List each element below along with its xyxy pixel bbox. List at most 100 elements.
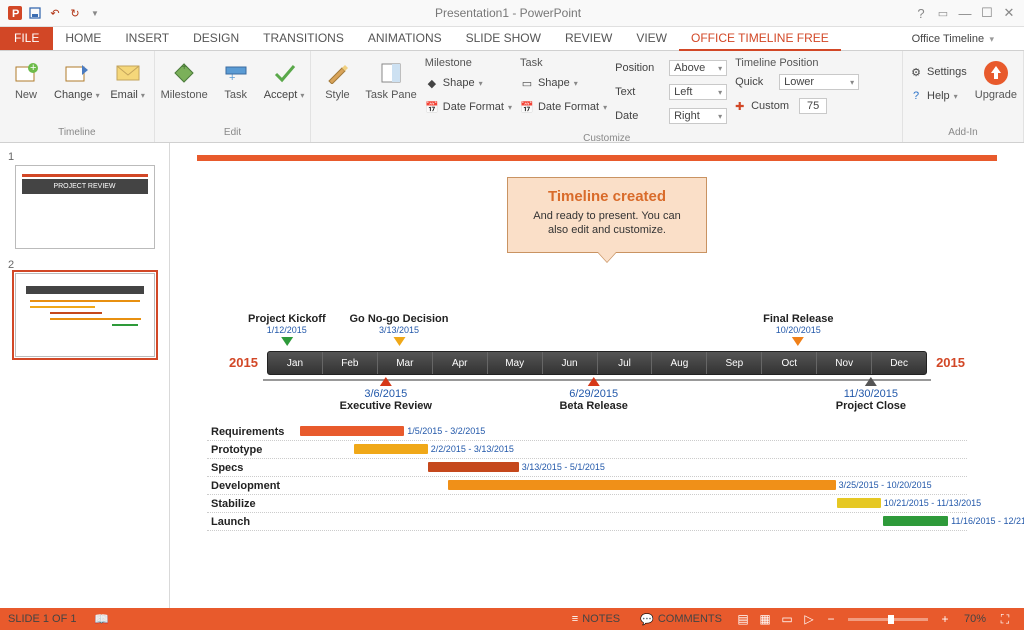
change-button[interactable]: Change ▾ — [54, 55, 100, 101]
ribbon-group-customize: Style Task Pane Milestone ◆Shape ▾ 📅Date… — [311, 51, 903, 142]
month-nov: Nov — [817, 352, 872, 374]
milestone-executive-review: 3/6/2015Executive Review — [340, 377, 432, 412]
text-dropdown[interactable]: Left▾ — [669, 84, 727, 100]
slide-counter: SLIDE 1 OF 1 — [8, 613, 76, 625]
tab-insert[interactable]: INSERT — [113, 27, 181, 50]
help-icon[interactable]: ? — [912, 4, 930, 22]
task-shape-dropdown[interactable]: ▭Shape ▾ — [520, 72, 607, 94]
reading-view-icon[interactable]: ▭ — [776, 612, 798, 626]
slideshow-view-icon[interactable]: ▷ — [798, 612, 820, 626]
new-button[interactable]: +New — [6, 55, 46, 101]
qat-dropdown-icon[interactable]: ▼ — [86, 4, 104, 22]
upgrade-button[interactable]: Upgrade — [975, 55, 1017, 101]
month-may: May — [488, 352, 543, 374]
task-button[interactable]: +Task — [216, 55, 256, 101]
timeline-band: JanFebMarAprMayJunJulAugSepOctNovDec — [267, 351, 927, 375]
window-controls: ? ▭ — ☐ ✕ — [906, 4, 1024, 22]
normal-view-icon[interactable]: ▤ — [732, 612, 754, 626]
window-title: Presentation1 - PowerPoint — [110, 6, 906, 20]
quick-dropdown[interactable]: Lower▾ — [779, 74, 859, 90]
app-icon: P — [6, 4, 24, 22]
milestone-button[interactable]: +Milestone — [161, 55, 208, 101]
notes-button[interactable]: ≡ NOTES — [562, 613, 630, 625]
quick-access-toolbar: P ↶ ↻ ▼ — [0, 4, 110, 22]
slide-thumbnail-2[interactable] — [15, 273, 155, 357]
status-bar: SLIDE 1 OF 1 📖 ≡ NOTES 💬 COMMENTS ▤ ▦ ▭ … — [0, 608, 1024, 630]
close-icon[interactable]: ✕ — [1000, 4, 1018, 22]
help-link[interactable]: ?Help ▾ — [909, 85, 967, 107]
month-feb: Feb — [323, 352, 378, 374]
undo-icon[interactable]: ↶ — [46, 4, 64, 22]
month-jul: Jul — [598, 352, 653, 374]
tab-office-timeline-free[interactable]: OFFICE TIMELINE FREE — [679, 27, 841, 51]
tab-design[interactable]: DESIGN — [181, 27, 251, 50]
task-dateformat-dropdown[interactable]: 📅Date Format ▾ — [520, 96, 607, 118]
milestone-beta-release: 6/29/2015Beta Release — [559, 377, 628, 412]
tab-home[interactable]: HOME — [53, 27, 113, 50]
milestone-dateformat-dropdown[interactable]: 📅Date Format ▾ — [425, 96, 512, 118]
svg-text:P: P — [12, 8, 19, 20]
tab-transitions[interactable]: TRANSITIONS — [251, 27, 356, 50]
ribbon-group-addin: ⚙Settings ?Help ▾ Upgrade Add-In — [903, 51, 1024, 142]
year-left: 2015 — [229, 355, 258, 370]
month-apr: Apr — [433, 352, 488, 374]
zoom-in-icon[interactable]: + — [934, 612, 956, 626]
timeline-created-tooltip: Timeline created And ready to present. Y… — [507, 177, 707, 253]
year-right: 2015 — [936, 355, 965, 370]
maximize-icon[interactable]: ☐ — [978, 4, 996, 22]
sorter-view-icon[interactable]: ▦ — [754, 612, 776, 626]
task-row-prototype: Prototype2/2/2015 - 3/13/2015 — [207, 441, 967, 459]
title-bar: P ↶ ↻ ▼ Presentation1 - PowerPoint ? ▭ —… — [0, 0, 1024, 27]
milestone-project-kickoff: Project Kickoff1/12/2015 — [248, 313, 326, 346]
slide-number-2: 2 — [8, 259, 161, 271]
comments-button[interactable]: 💬 COMMENTS — [630, 613, 732, 626]
save-icon[interactable] — [26, 4, 44, 22]
tab-view[interactable]: VIEW — [624, 27, 679, 50]
fit-to-window-icon[interactable]: ⛶ — [994, 612, 1016, 627]
zoom-value: 70% — [956, 613, 994, 625]
zoom-slider[interactable] — [848, 618, 928, 621]
style-button[interactable]: Style — [317, 55, 357, 101]
slide-number-1: 1 — [8, 151, 161, 163]
ribbon-group-edit: +Milestone +Task Accept ▾ Edit — [155, 51, 312, 142]
milestone-shape-dropdown[interactable]: ◆Shape ▾ — [425, 72, 512, 94]
date-dropdown[interactable]: Right▾ — [669, 108, 727, 124]
redo-icon[interactable]: ↻ — [66, 4, 84, 22]
slide-canvas[interactable]: Timeline created And ready to present. Y… — [197, 155, 997, 605]
task-row-requirements: Requirements1/5/2015 - 3/2/2015 — [207, 423, 967, 441]
office-timeline-link[interactable]: Office Timeline ▾ — [900, 27, 1024, 50]
task-row-launch: Launch11/16/2015 - 12/21/2015 — [207, 513, 967, 531]
milestone-project-close: 11/30/2015Project Close — [836, 377, 906, 412]
ribbon-options-icon[interactable]: ▭ — [934, 4, 952, 22]
spell-check-icon[interactable]: 📖 — [90, 612, 112, 626]
settings-link[interactable]: ⚙Settings — [909, 61, 967, 83]
gantt-chart: Requirements1/5/2015 - 3/2/2015Prototype… — [207, 423, 967, 531]
accept-button[interactable]: Accept ▾ — [264, 55, 305, 101]
month-jun: Jun — [543, 352, 598, 374]
file-tab[interactable]: FILE — [0, 27, 53, 50]
svg-text:+: + — [30, 62, 36, 74]
slide-thumbnail-1[interactable]: PROJECT REVIEW — [15, 165, 155, 249]
month-aug: Aug — [652, 352, 707, 374]
task-row-specs: Specs3/13/2015 - 5/1/2015 — [207, 459, 967, 477]
minimize-icon[interactable]: — — [956, 4, 974, 22]
position-dropdown[interactable]: Above▾ — [669, 60, 727, 76]
task-pane-button[interactable]: Task Pane — [365, 55, 416, 101]
accent-bar — [197, 155, 997, 161]
milestone-go-no-go-decision: Go No-go Decision3/13/2015 — [350, 313, 449, 346]
tab-slide-show[interactable]: SLIDE SHOW — [454, 27, 553, 50]
task-row-stabilize: Stabilize10/21/2015 - 11/13/2015 — [207, 495, 967, 513]
zoom-out-icon[interactable]: − — [820, 612, 842, 626]
milestone-final-release: Final Release10/20/2015 — [763, 313, 833, 346]
email-button[interactable]: Email ▾ — [108, 55, 148, 101]
slide-thumbnail-pane[interactable]: 1 PROJECT REVIEW 2 — [0, 143, 170, 608]
month-oct: Oct — [762, 352, 817, 374]
tab-animations[interactable]: ANIMATIONS — [356, 27, 454, 50]
slide-canvas-wrap: Timeline created And ready to present. Y… — [170, 143, 1024, 608]
tab-review[interactable]: REVIEW — [553, 27, 624, 50]
month-dec: Dec — [872, 352, 926, 374]
task-row-development: Development3/25/2015 - 10/20/2015 — [207, 477, 967, 495]
custom-input[interactable]: 75 — [799, 98, 827, 114]
month-mar: Mar — [378, 352, 433, 374]
svg-text:+: + — [229, 72, 235, 83]
